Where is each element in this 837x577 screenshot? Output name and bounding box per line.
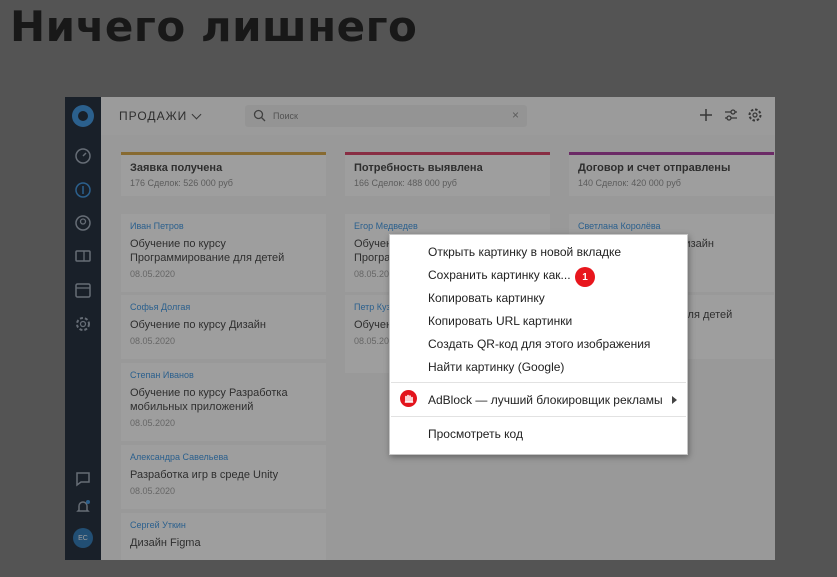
section-dropdown[interactable]: ПРОДАЖИ — [119, 109, 202, 123]
add-icon[interactable] — [698, 107, 714, 123]
menu-open-image-new-tab[interactable]: Открыть картинку в новой вкладке — [428, 245, 621, 259]
card-title: Обучение по курсу Программирование для д… — [130, 238, 285, 264]
card-person[interactable]: Иван Петров — [130, 221, 317, 231]
chevron-down-icon — [191, 109, 202, 119]
card-person[interactable]: Егор Медведев — [354, 221, 541, 231]
top-bar: ПРОДАЖИ × — [101, 97, 775, 135]
notifications-bell-icon[interactable] — [74, 498, 92, 516]
search-box: × — [245, 105, 527, 127]
logo-icon — [72, 105, 94, 127]
user-avatar[interactable]: ЕС — [73, 528, 93, 548]
column-header: Потребность выявлена 166 Сделок: 488 000… — [345, 152, 550, 196]
column-header: Заявка получена 176 Сделок: 526 000 руб — [121, 152, 326, 196]
column-name: Договор и счет отправлены — [578, 162, 731, 174]
menu-copy-image[interactable]: Копировать картинку — [428, 291, 545, 305]
column-summary: 140 Сделок: 420 000 руб — [578, 178, 681, 188]
page-title: Ничего лишнего — [10, 2, 418, 51]
card-date: 08.05.2020 — [130, 336, 176, 346]
deals-icon[interactable] — [74, 181, 92, 199]
dashboard-icon[interactable] — [74, 147, 92, 165]
search-icon — [253, 109, 266, 122]
mail-icon[interactable] — [74, 247, 92, 265]
menu-copy-image-url[interactable]: Копировать URL картинки — [428, 314, 572, 328]
menu-create-qr-code[interactable]: Создать QR-код для этого изображения — [428, 337, 650, 351]
menu-inspect[interactable]: Просмотреть код — [428, 427, 523, 441]
menu-adblock[interactable]: AdBlock — лучший блокировщик рекламы — [428, 393, 663, 407]
step-badge: 1 — [575, 267, 595, 287]
card-person[interactable]: Сергей Уткин — [130, 520, 317, 530]
column-name: Заявка получена — [130, 162, 223, 174]
deal-card[interactable]: Степан Иванов Обучение по курсу Разработ… — [121, 363, 326, 441]
card-date: 08.05.2020 — [130, 269, 176, 279]
menu-save-image-as[interactable]: Сохранить картинку как... — [428, 268, 571, 282]
column-header: Договор и счет отправлены 140 Сделок: 42… — [569, 152, 774, 196]
card-date: 08.05.2020 — [130, 418, 176, 428]
card-person[interactable]: Степан Иванов — [130, 370, 317, 380]
deal-card[interactable]: Александра Савельева Разработка игр в ср… — [121, 445, 326, 509]
sidebar: ЕС — [65, 97, 101, 560]
settings-icon[interactable] — [74, 315, 92, 333]
calendar-icon[interactable] — [74, 281, 92, 299]
card-title: Обучение по курсу Разработка мобильных п… — [130, 387, 288, 413]
context-menu: Открыть картинку в новой вкладке Сохрани… — [389, 234, 688, 455]
column-name: Потребность выявлена — [354, 162, 483, 174]
settings-gear-icon[interactable] — [747, 107, 763, 123]
deal-card[interactable]: Софья Долгая Обучение по курсу Дизайн 08… — [121, 295, 326, 359]
card-person[interactable]: Софья Долгая — [130, 302, 317, 312]
menu-separator — [391, 382, 686, 383]
menu-search-image-google[interactable]: Найти картинку (Google) — [428, 360, 564, 374]
column-summary: 176 Сделок: 526 000 руб — [130, 178, 233, 188]
section-label: ПРОДАЖИ — [119, 109, 188, 123]
deal-card[interactable]: Иван Петров Обучение по курсу Программир… — [121, 214, 326, 292]
filter-sliders-icon[interactable] — [723, 107, 739, 123]
column-summary: 166 Сделок: 488 000 руб — [354, 178, 457, 188]
contacts-icon[interactable] — [74, 214, 92, 232]
menu-separator — [391, 416, 686, 417]
card-date: 08.05.2020 — [130, 486, 176, 496]
card-title: Разработка игр в среде Unity — [130, 469, 279, 481]
submenu-arrow-icon — [672, 396, 677, 404]
adblock-hand-icon — [400, 390, 417, 407]
clear-search-icon[interactable]: × — [512, 109, 519, 121]
card-person[interactable]: Александра Савельева — [130, 452, 317, 462]
card-person[interactable]: Светлана Королёва — [578, 221, 765, 231]
chat-icon[interactable] — [74, 470, 92, 488]
search-input[interactable] — [273, 108, 493, 124]
card-title: Дизайн Figma — [130, 537, 201, 549]
deal-card[interactable]: Сергей Уткин Дизайн Figma — [121, 513, 326, 560]
card-title: Обучение по курсу Дизайн — [130, 319, 266, 331]
